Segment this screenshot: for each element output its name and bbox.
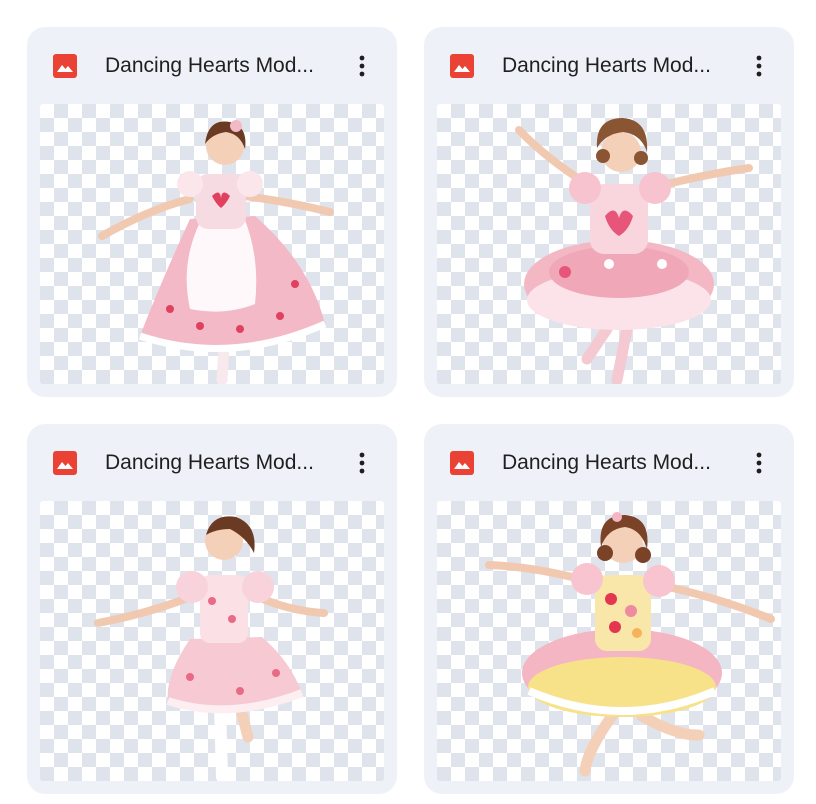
more-options-button[interactable]	[345, 446, 379, 480]
more-vert-icon	[359, 55, 365, 77]
file-thumbnail[interactable]	[437, 501, 781, 781]
dancer-image	[485, 512, 775, 777]
image-file-icon	[53, 451, 77, 475]
more-options-button[interactable]	[742, 446, 776, 480]
file-card[interactable]: Dancing Hearts Mod...	[27, 27, 397, 397]
file-name: Dancing Hearts Mod...	[502, 451, 711, 474]
image-file-icon	[53, 54, 77, 78]
dancer-image	[98, 120, 334, 384]
dancer-image	[94, 516, 328, 781]
file-thumbnail[interactable]	[40, 104, 384, 384]
file-card[interactable]: Dancing Hearts Mod...	[27, 424, 397, 794]
file-card-header: Dancing Hearts Mod...	[424, 27, 794, 103]
file-thumbnail[interactable]	[40, 501, 384, 781]
file-card-header: Dancing Hearts Mod...	[27, 424, 397, 500]
image-file-icon	[450, 54, 474, 78]
file-name: Dancing Hearts Mod...	[105, 451, 314, 474]
file-card[interactable]: Dancing Hearts Mod...	[424, 424, 794, 794]
more-options-button[interactable]	[742, 49, 776, 83]
more-vert-icon	[756, 55, 762, 77]
file-card[interactable]: Dancing Hearts Mod...	[424, 27, 794, 397]
file-thumbnail[interactable]	[437, 104, 781, 384]
image-file-icon	[450, 451, 474, 475]
more-vert-icon	[756, 452, 762, 474]
file-grid: Dancing Hearts Mod... Dancing Hearts Mod…	[0, 0, 816, 804]
more-vert-icon	[359, 452, 365, 474]
file-name: Dancing Hearts Mod...	[105, 54, 314, 77]
file-name: Dancing Hearts Mod...	[502, 54, 711, 77]
file-card-header: Dancing Hearts Mod...	[424, 424, 794, 500]
file-card-header: Dancing Hearts Mod...	[27, 27, 397, 103]
more-options-button[interactable]	[345, 49, 379, 83]
dancer-image	[515, 118, 753, 384]
